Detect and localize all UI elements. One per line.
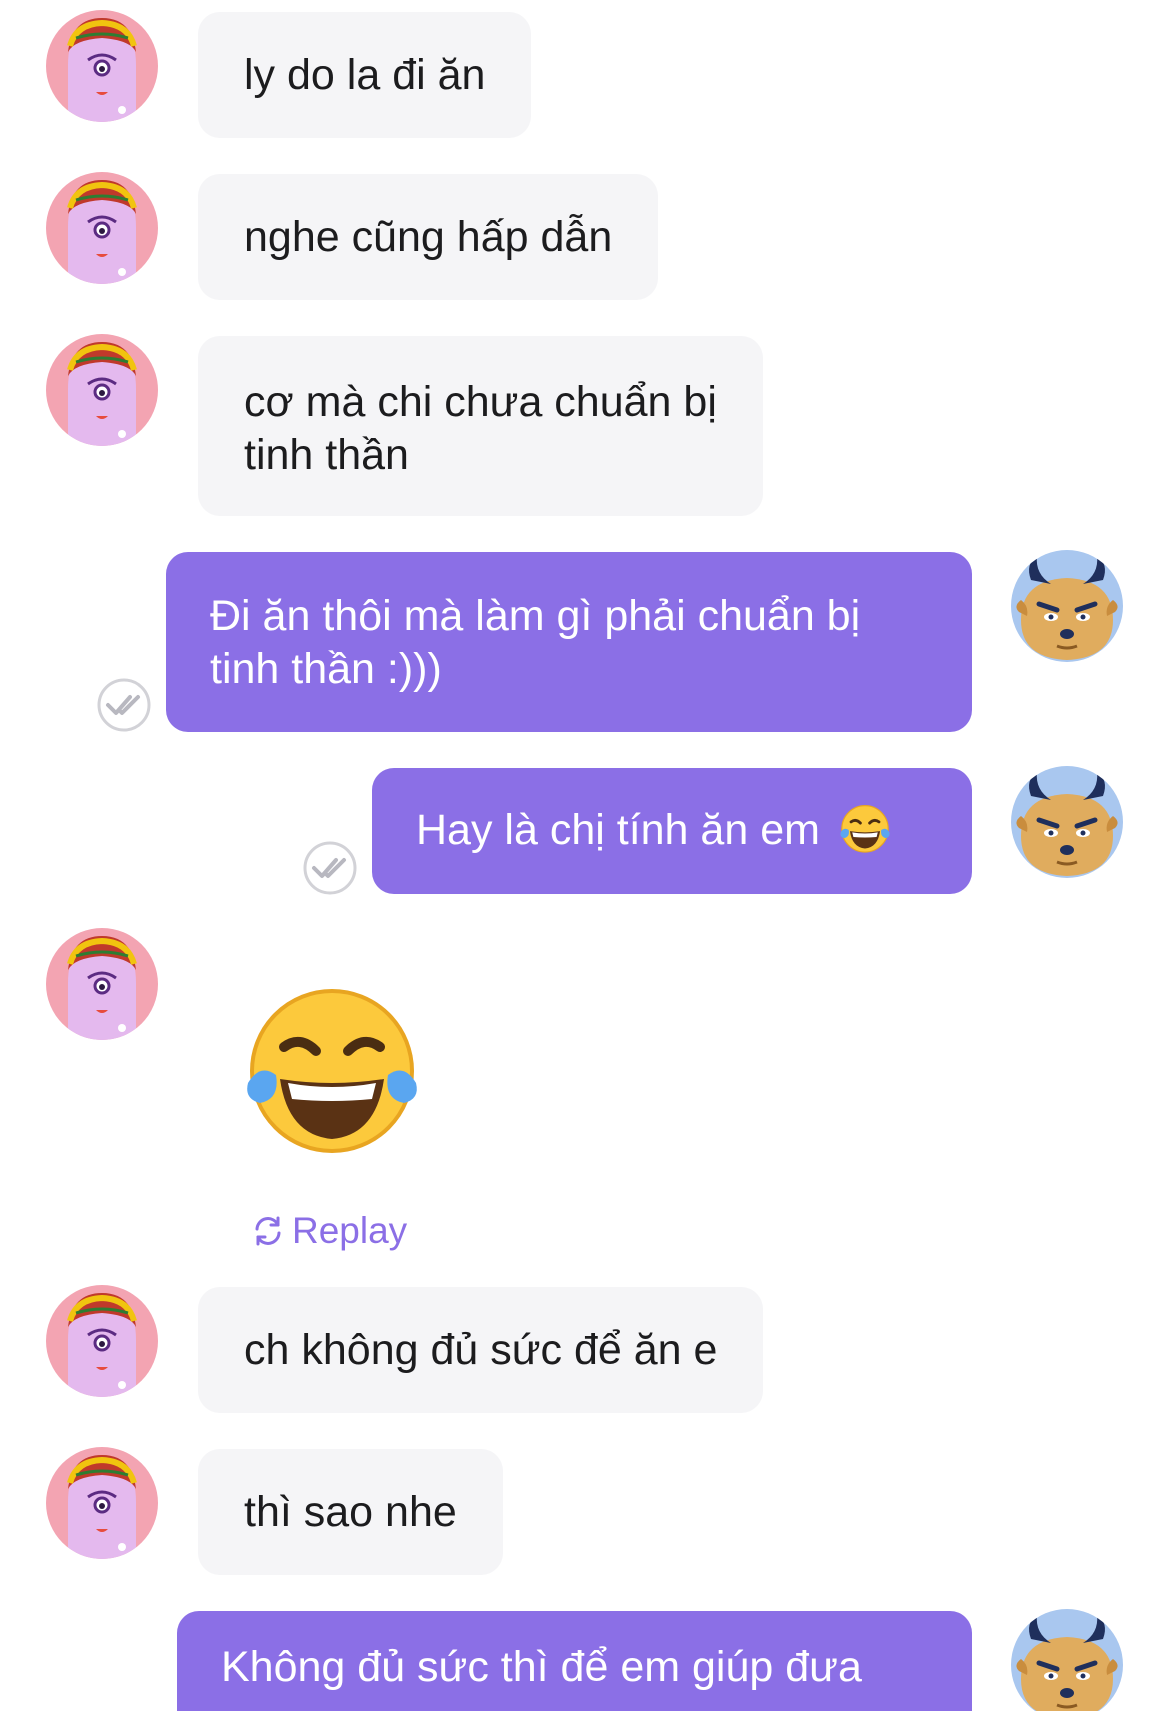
self-avatar-icon[interactable] bbox=[1011, 766, 1123, 878]
contact-avatar-icon[interactable] bbox=[46, 1447, 158, 1559]
self-avatar-icon[interactable] bbox=[1011, 550, 1123, 662]
contact-avatar-icon[interactable] bbox=[46, 10, 158, 122]
sticker-face-with-tears-of-joy-icon[interactable] bbox=[232, 975, 432, 1175]
contact-avatar-icon[interactable] bbox=[46, 1285, 158, 1397]
contact-avatar-icon[interactable] bbox=[46, 334, 158, 446]
contact-avatar-icon[interactable] bbox=[46, 172, 158, 284]
message-text: ly do la đi ăn bbox=[244, 51, 486, 99]
replay-button[interactable]: Replay bbox=[250, 1207, 407, 1255]
message-text-line: cơ mà chi chưa chuẩn bị bbox=[244, 378, 717, 426]
face-with-tears-of-joy-icon bbox=[836, 801, 894, 859]
message-bubble-outgoing[interactable]: Hay là chị tính ăn em bbox=[372, 768, 972, 894]
message-text-line: Không đủ sức thì để em giúp đưa bbox=[221, 1643, 862, 1691]
seen-check-icon bbox=[96, 677, 152, 733]
message-bubble-incoming[interactable]: nghe cũng hấp dẫn bbox=[198, 174, 659, 300]
message-bubble-outgoing[interactable]: Đi ăn thôi mà làm gì phải chuẩn bị tinh … bbox=[166, 552, 972, 732]
message-bubble-outgoing[interactable]: Không đủ sức thì để em giúp đưa bbox=[177, 1611, 972, 1711]
message-text-line: Đi ăn thôi mà làm gì phải chuẩn bị bbox=[210, 592, 861, 640]
message-text: ch không đủ sức để ăn e bbox=[244, 1326, 718, 1374]
message-bubble-incoming[interactable]: thì sao nhe bbox=[198, 1449, 503, 1575]
message-text-line: tinh thần bbox=[244, 431, 409, 479]
message-text: Hay là chị tính ăn em bbox=[416, 805, 820, 854]
message-bubble-incoming[interactable]: cơ mà chi chưa chuẩn bị tinh thần bbox=[198, 336, 763, 516]
seen-check-icon bbox=[302, 840, 358, 896]
message-text: thì sao nhe bbox=[244, 1488, 457, 1536]
replay-icon bbox=[255, 1216, 281, 1246]
message-text-line: tinh thần :))) bbox=[210, 645, 442, 693]
self-avatar-icon[interactable] bbox=[1011, 1609, 1123, 1711]
chat-thread: ly do la đi ăn nghe cũng hấp dẫn cơ mà c… bbox=[0, 0, 1170, 1711]
message-text: nghe cũng hấp dẫn bbox=[244, 213, 613, 261]
contact-avatar-icon[interactable] bbox=[46, 928, 158, 1040]
replay-label: Replay bbox=[292, 1210, 408, 1251]
message-bubble-incoming[interactable]: ly do la đi ăn bbox=[198, 12, 532, 138]
message-bubble-incoming[interactable]: ch không đủ sức để ăn e bbox=[198, 1287, 764, 1413]
